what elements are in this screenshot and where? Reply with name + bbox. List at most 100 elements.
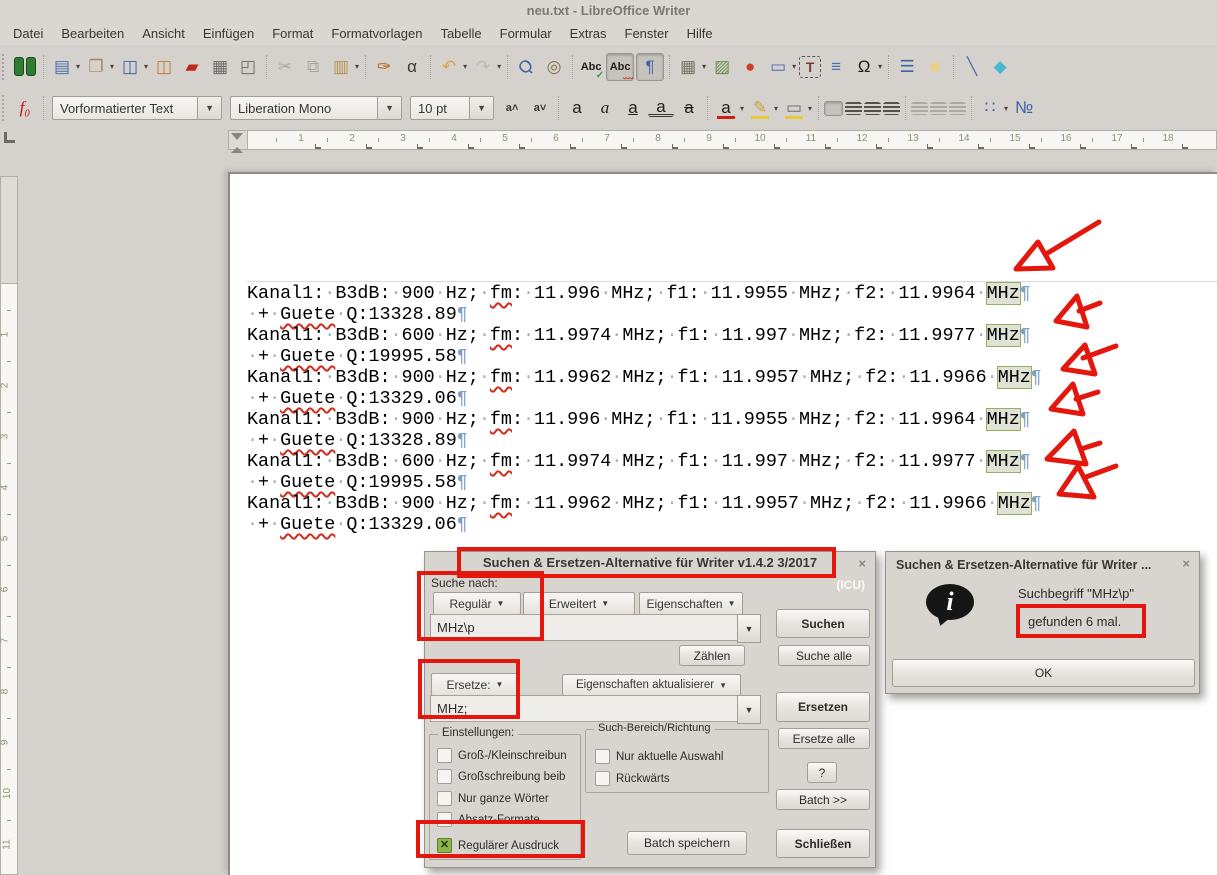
special-character-icon[interactable]: Ω — [851, 54, 877, 80]
chevron-down-icon[interactable]: ▼ — [197, 97, 221, 119]
justify-icon[interactable] — [883, 102, 900, 115]
numbered-list-icon[interactable]: № — [1011, 95, 1037, 121]
text-frame-icon[interactable]: ▭ — [765, 54, 791, 80]
menu-fenster[interactable]: Fenster — [616, 24, 678, 43]
chevron-down-icon[interactable]: ▾ — [1004, 104, 1008, 113]
chevron-down-icon[interactable]: ▾ — [463, 62, 467, 71]
menu-datei[interactable]: Datei — [4, 24, 52, 43]
replace-button[interactable]: Ersetzen — [776, 692, 870, 722]
new-document-icon[interactable]: ▤ — [49, 54, 75, 80]
insert-chart-icon[interactable]: ● — [737, 54, 763, 80]
basic-shapes-icon[interactable]: ◆ — [987, 54, 1013, 80]
chevron-down-icon[interactable]: ▾ — [878, 62, 882, 71]
chevron-down-icon[interactable]: ▼ — [469, 97, 493, 119]
doc-line-6[interactable]: ·+·Guete·Q:13329.06¶ — [247, 388, 1042, 409]
save-icon[interactable]: ◫ — [117, 54, 143, 80]
update-properties-dropdown[interactable]: Eigenschaften aktualisierer▼ — [562, 674, 741, 696]
extended-dropdown[interactable]: Erweitert▼ — [523, 592, 635, 615]
formatting-marks-icon[interactable]: ¶ — [636, 53, 664, 81]
setting-checkbox[interactable] — [437, 769, 452, 784]
double-underline-icon[interactable]: a — [648, 100, 674, 117]
background-color-icon[interactable]: ▭ — [781, 95, 807, 121]
doc-line-10[interactable]: ·+·Guete·Q:19995.58¶ — [247, 472, 1042, 493]
increase-font-icon[interactable]: a˄ — [499, 95, 525, 121]
tab-stop-type-selector[interactable] — [4, 132, 15, 143]
doc-line-4[interactable]: ·+·Guete·Q:19995.58¶ — [247, 346, 1042, 367]
menu-format[interactable]: Format — [263, 24, 322, 43]
search-all-button[interactable]: Suche alle — [778, 645, 870, 666]
chevron-down-icon[interactable]: ▾ — [792, 62, 796, 71]
search-button[interactable]: Suchen — [776, 609, 870, 638]
close-icon[interactable]: × — [1182, 556, 1190, 571]
ok-button[interactable]: OK — [892, 659, 1195, 687]
doc-line-7[interactable]: Kanal1:·B3dB:·900·Hz;·fm:·11.996·MHz;·f1… — [247, 409, 1042, 430]
setting-checkbox[interactable] — [437, 748, 452, 763]
properties-dropdown[interactable]: Eigenschaften▼ — [639, 592, 743, 615]
chevron-down-icon[interactable]: ▾ — [497, 62, 501, 71]
export-pdf-icon[interactable]: ▰ — [179, 54, 205, 80]
search-history-dropdown[interactable]: ▼ — [737, 614, 761, 643]
paragraph-style-combobox[interactable]: Vorformatierter Text▼ — [52, 96, 222, 120]
italic-icon[interactable]: a — [592, 95, 618, 121]
insert-image-icon[interactable]: ▨ — [709, 54, 735, 80]
bold-icon[interactable]: a — [564, 95, 590, 121]
setting-checkbox[interactable] — [437, 812, 452, 827]
doc-line-3[interactable]: Kanal1:·B3dB:·600·Hz;·fm:·11.9974·MHz;·f… — [247, 325, 1042, 346]
print-icon[interactable]: ▦ — [207, 54, 233, 80]
insert-table-icon[interactable]: ▦ — [675, 54, 701, 80]
scope-checkbox[interactable] — [595, 749, 610, 764]
scope-checkbox[interactable] — [595, 771, 610, 786]
print-preview-icon[interactable]: ◰ — [235, 54, 261, 80]
menu-bearbeiten[interactable]: Bearbeiten — [52, 24, 133, 43]
find-replace-icon[interactable]: Ϙ — [508, 48, 545, 85]
underline-icon[interactable]: a — [620, 95, 646, 121]
menu-formatvorlagen[interactable]: Formatvorlagen — [322, 24, 431, 43]
insert-line-icon[interactable]: ╲ — [959, 54, 985, 80]
chevron-down-icon[interactable]: ▾ — [808, 104, 812, 113]
doc-line-12[interactable]: ·+·Guete·Q:13329.06¶ — [247, 514, 1042, 535]
chevron-down-icon[interactable]: ▾ — [76, 62, 80, 71]
ruler-horizontal[interactable]: 123456789101112131415161718 — [228, 130, 1217, 150]
menu-einfgen[interactable]: Einfügen — [194, 24, 263, 43]
paste-icon[interactable]: ▥ — [328, 54, 354, 80]
replace-history-dropdown[interactable]: ▼ — [737, 695, 761, 724]
page-break-icon[interactable]: ≡ — [823, 54, 849, 80]
chevron-down-icon[interactable]: ▾ — [774, 104, 778, 113]
insert-field-icon[interactable]: ☰ — [894, 54, 920, 80]
doc-line-1[interactable]: Kanal1:·B3dB:·900·Hz;·fm:·11.996·MHz;·f1… — [247, 283, 1042, 304]
doc-line-9[interactable]: Kanal1:·B3dB:·600·Hz;·fm:·11.9974·MHz;·f… — [247, 451, 1042, 472]
toolbar-handle[interactable] — [2, 54, 8, 80]
menu-extras[interactable]: Extras — [561, 24, 616, 43]
regex-mode-dropdown[interactable]: Regulär▼ — [433, 592, 521, 615]
undo-icon[interactable]: ↶ — [436, 54, 462, 80]
save-as-icon[interactable]: ◫ — [151, 54, 177, 80]
align-left-icon[interactable] — [824, 101, 843, 116]
document-text[interactable]: Kanal1:·B3dB:·900·Hz;·fm:·11.996·MHz;·f1… — [247, 283, 1042, 535]
chevron-down-icon[interactable]: ▾ — [740, 104, 744, 113]
close-icon[interactable]: × — [858, 556, 866, 571]
bullet-list-icon[interactable]: ∷ — [977, 95, 1003, 121]
chevron-down-icon[interactable]: ▾ — [144, 62, 148, 71]
strikethrough-icon[interactable]: a — [676, 95, 702, 121]
clear-formatting-icon[interactable]: α — [399, 54, 425, 80]
font-size-combobox[interactable]: 10 pt▼ — [410, 96, 494, 120]
help-button[interactable]: ? — [807, 762, 837, 783]
decrease-font-icon[interactable]: a˅ — [527, 95, 553, 121]
chevron-down-icon[interactable]: ▾ — [355, 62, 359, 71]
font-name-combobox[interactable]: Liberation Mono▼ — [230, 96, 402, 120]
doc-line-5[interactable]: Kanal1:·B3dB:·900·Hz;·fm:·11.9962·MHz;·f… — [247, 367, 1042, 388]
count-button[interactable]: Zählen — [679, 645, 745, 666]
find-toolbar-binoculars-icon[interactable] — [12, 54, 38, 80]
replace-dropdown[interactable]: Ersetze:▼ — [431, 673, 519, 696]
align-right-icon[interactable] — [864, 102, 881, 115]
highlight-color-icon[interactable]: ✎ — [747, 95, 773, 121]
toolbar-handle[interactable] — [2, 95, 8, 121]
replace-input[interactable]: MHz; — [430, 695, 749, 722]
insert-comment-icon[interactable]: ■ — [922, 54, 948, 80]
chevron-down-icon[interactable]: ▼ — [377, 97, 401, 119]
menu-formular[interactable]: Formular — [491, 24, 561, 43]
chevron-down-icon[interactable]: ▾ — [110, 62, 114, 71]
close-dialog-button[interactable]: Schließen — [776, 829, 870, 858]
doc-line-2[interactable]: ·+·Guete·Q:13328.89¶ — [247, 304, 1042, 325]
navigator-icon[interactable]: ◎ — [541, 54, 567, 80]
